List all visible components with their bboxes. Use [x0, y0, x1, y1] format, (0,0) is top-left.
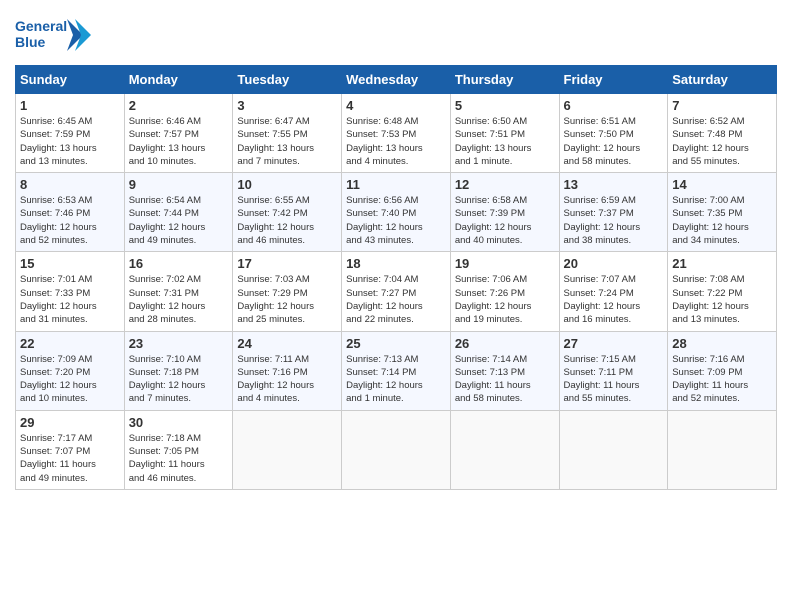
calendar-day-28: 28Sunrise: 7:16 AM Sunset: 7:09 PM Dayli…	[668, 331, 777, 410]
calendar-week-3: 15Sunrise: 7:01 AM Sunset: 7:33 PM Dayli…	[16, 252, 777, 331]
calendar-day-2: 2Sunrise: 6:46 AM Sunset: 7:57 PM Daylig…	[124, 94, 233, 173]
calendar-day-15: 15Sunrise: 7:01 AM Sunset: 7:33 PM Dayli…	[16, 252, 125, 331]
column-header-thursday: Thursday	[450, 66, 559, 94]
calendar-day-empty	[450, 410, 559, 489]
column-header-sunday: Sunday	[16, 66, 125, 94]
calendar-day-8: 8Sunrise: 6:53 AM Sunset: 7:46 PM Daylig…	[16, 173, 125, 252]
calendar-day-5: 5Sunrise: 6:50 AM Sunset: 7:51 PM Daylig…	[450, 94, 559, 173]
calendar-day-23: 23Sunrise: 7:10 AM Sunset: 7:18 PM Dayli…	[124, 331, 233, 410]
calendar-day-11: 11Sunrise: 6:56 AM Sunset: 7:40 PM Dayli…	[342, 173, 451, 252]
calendar-day-25: 25Sunrise: 7:13 AM Sunset: 7:14 PM Dayli…	[342, 331, 451, 410]
column-header-saturday: Saturday	[668, 66, 777, 94]
calendar-day-20: 20Sunrise: 7:07 AM Sunset: 7:24 PM Dayli…	[559, 252, 668, 331]
calendar-week-1: 1Sunrise: 6:45 AM Sunset: 7:59 PM Daylig…	[16, 94, 777, 173]
calendar-day-27: 27Sunrise: 7:15 AM Sunset: 7:11 PM Dayli…	[559, 331, 668, 410]
calendar-day-21: 21Sunrise: 7:08 AM Sunset: 7:22 PM Dayli…	[668, 252, 777, 331]
calendar-day-24: 24Sunrise: 7:11 AM Sunset: 7:16 PM Dayli…	[233, 331, 342, 410]
column-header-tuesday: Tuesday	[233, 66, 342, 94]
calendar-day-16: 16Sunrise: 7:02 AM Sunset: 7:31 PM Dayli…	[124, 252, 233, 331]
calendar-table: SundayMondayTuesdayWednesdayThursdayFrid…	[15, 65, 777, 490]
calendar-day-3: 3Sunrise: 6:47 AM Sunset: 7:55 PM Daylig…	[233, 94, 342, 173]
header-row: SundayMondayTuesdayWednesdayThursdayFrid…	[16, 66, 777, 94]
column-header-friday: Friday	[559, 66, 668, 94]
calendar-day-4: 4Sunrise: 6:48 AM Sunset: 7:53 PM Daylig…	[342, 94, 451, 173]
calendar-day-9: 9Sunrise: 6:54 AM Sunset: 7:44 PM Daylig…	[124, 173, 233, 252]
calendar-day-empty	[342, 410, 451, 489]
calendar-day-18: 18Sunrise: 7:04 AM Sunset: 7:27 PM Dayli…	[342, 252, 451, 331]
calendar-day-empty	[233, 410, 342, 489]
column-header-monday: Monday	[124, 66, 233, 94]
calendar-day-17: 17Sunrise: 7:03 AM Sunset: 7:29 PM Dayli…	[233, 252, 342, 331]
calendar-day-13: 13Sunrise: 6:59 AM Sunset: 7:37 PM Dayli…	[559, 173, 668, 252]
calendar-day-12: 12Sunrise: 6:58 AM Sunset: 7:39 PM Dayli…	[450, 173, 559, 252]
column-header-wednesday: Wednesday	[342, 66, 451, 94]
page-header: GeneralBlue	[15, 15, 777, 55]
calendar-day-10: 10Sunrise: 6:55 AM Sunset: 7:42 PM Dayli…	[233, 173, 342, 252]
calendar-day-19: 19Sunrise: 7:06 AM Sunset: 7:26 PM Dayli…	[450, 252, 559, 331]
calendar-day-29: 29Sunrise: 7:17 AM Sunset: 7:07 PM Dayli…	[16, 410, 125, 489]
calendar-week-5: 29Sunrise: 7:17 AM Sunset: 7:07 PM Dayli…	[16, 410, 777, 489]
svg-text:General: General	[15, 18, 67, 34]
logo: GeneralBlue	[15, 15, 95, 55]
calendar-week-4: 22Sunrise: 7:09 AM Sunset: 7:20 PM Dayli…	[16, 331, 777, 410]
calendar-day-22: 22Sunrise: 7:09 AM Sunset: 7:20 PM Dayli…	[16, 331, 125, 410]
calendar-day-6: 6Sunrise: 6:51 AM Sunset: 7:50 PM Daylig…	[559, 94, 668, 173]
svg-text:Blue: Blue	[15, 34, 46, 50]
calendar-day-14: 14Sunrise: 7:00 AM Sunset: 7:35 PM Dayli…	[668, 173, 777, 252]
calendar-day-30: 30Sunrise: 7:18 AM Sunset: 7:05 PM Dayli…	[124, 410, 233, 489]
calendar-week-2: 8Sunrise: 6:53 AM Sunset: 7:46 PM Daylig…	[16, 173, 777, 252]
calendar-day-empty	[559, 410, 668, 489]
calendar-day-7: 7Sunrise: 6:52 AM Sunset: 7:48 PM Daylig…	[668, 94, 777, 173]
calendar-day-empty	[668, 410, 777, 489]
calendar-day-1: 1Sunrise: 6:45 AM Sunset: 7:59 PM Daylig…	[16, 94, 125, 173]
logo-icon: GeneralBlue	[15, 15, 95, 55]
calendar-day-26: 26Sunrise: 7:14 AM Sunset: 7:13 PM Dayli…	[450, 331, 559, 410]
